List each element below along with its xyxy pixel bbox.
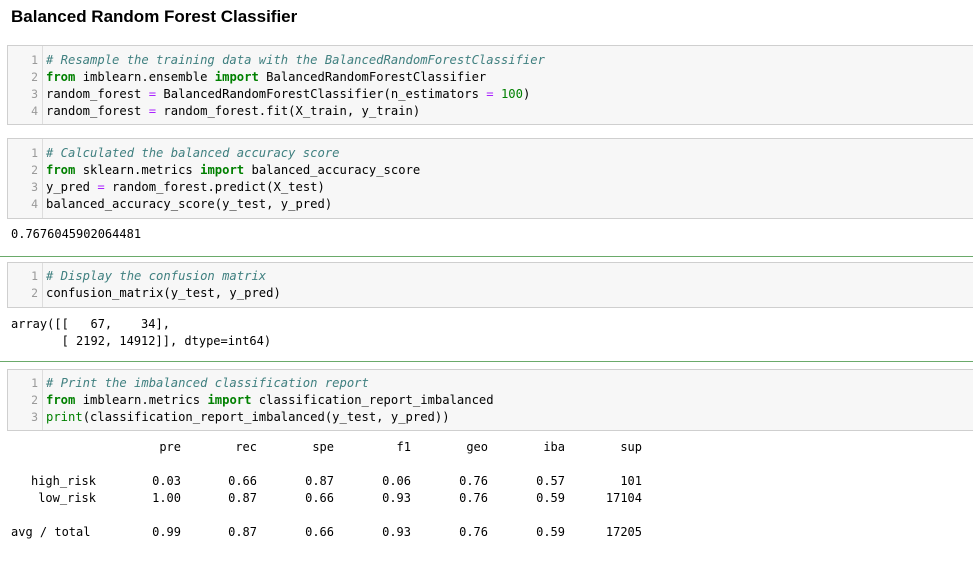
code-token: = [148,87,157,101]
code-token: = [148,104,157,118]
line-number: 2 [31,163,38,177]
code-line[interactable]: 3 print(classification_report_imbalanced(… [8,409,973,426]
code-token: y_pred [46,180,98,194]
code-lines: 1 # Calculated the balanced accuracy scor… [8,145,973,213]
code-token: confusion_matrix(y_test, y_pred) [46,286,281,300]
code-text: print(classification_report_imbalanced(y… [46,409,450,426]
code-line[interactable]: 2 from sklearn.metrics import balanced_ac… [8,162,973,179]
code-text: # Resample the training data with the Ba… [46,52,545,69]
code-line[interactable]: 1 # Print the imbalanced classification r… [8,375,973,392]
code-token: from [46,393,76,407]
code-text: y_pred = random_forest.predict(X_test) [46,179,325,196]
page-title: Balanced Random Forest Classifier [11,7,298,26]
code-token: imblearn.ensemble [75,70,215,84]
report-header: sup [620,440,642,454]
code-token: # Resample the training data with the Ba… [46,53,545,67]
code-token: ) [522,87,531,101]
code-line[interactable]: 1 # Display the confusion matrix [8,268,973,285]
output-separator [0,256,973,257]
line-number: 1 [31,376,38,390]
code-token: # Print the imbalanced classification re… [46,376,369,390]
code-token: import [200,163,245,177]
line-number: 2 [31,286,38,300]
code-text: random_forest = BalancedRandomForestClas… [46,86,530,103]
line-number: 2 [31,393,38,407]
code-token: BalancedRandomForestClassifier [258,70,487,84]
line-number: 3 [31,87,38,101]
report-cell: 17205 [605,525,642,539]
code-text: # Display the confusion matrix [46,268,266,285]
code-line[interactable]: 2 from imblearn.ensemble import BalancedR… [8,69,973,86]
code-line[interactable]: 2 from imblearn.metrics import classifica… [8,392,973,409]
code-token: (classification_report_imbalanced(y_test… [82,410,450,424]
report-cell: 17104 [605,491,642,505]
report-cell: 101 [620,474,642,488]
code-token: # Display the confusion matrix [46,269,267,283]
code-text: from imblearn.metrics import classificat… [46,392,494,409]
matrix-output-line2: [ 2192, 14912]], dtype=int64) [11,334,272,348]
code-line[interactable]: 1 # Calculated the balanced accuracy scor… [8,145,973,162]
line-number: 1 [31,146,38,160]
code-line[interactable]: 1 # Resample the training data with the B… [8,52,973,69]
code-lines: 1 # Display the confusion matrix 2 confusio… [8,268,973,302]
line-number: 1 [31,269,38,283]
line-number: 3 [31,410,38,424]
code-token: from [46,70,76,84]
code-lines: 1 # Resample the training data with the B… [8,52,973,120]
code-line[interactable]: 4 balanced_accuracy_score(y_test, y_pred) [8,196,973,213]
code-token: random_forest [46,87,149,101]
code-text: random_forest = random_forest.fit(X_trai… [46,103,420,120]
code-token: print [46,410,83,424]
code-token: 100 [500,87,523,101]
code-token: imblearn.metrics [75,393,208,407]
code-cell-resample[interactable]: 1 # Resample the training data with the B… [7,45,973,125]
code-text: from imblearn.ensemble import BalancedRa… [46,69,486,86]
code-token: balanced_accuracy_score [244,163,421,177]
code-line[interactable]: 3 random_forest = BalancedRandomForestCla… [8,86,973,103]
code-text: from sklearn.metrics import balanced_acc… [46,162,420,179]
code-token: random_forest [46,104,149,118]
code-token: = [486,87,494,101]
code-lines: 1 # Print the imbalanced classification r… [8,375,973,426]
code-token: from [46,163,76,177]
line-number: 4 [31,104,38,118]
output-separator [0,361,973,362]
line-number: 2 [31,70,38,84]
code-token: import [214,70,259,84]
code-line[interactable]: 4 random_forest = random_forest.fit(X_tra… [8,103,973,120]
code-text: # Print the imbalanced classification re… [46,375,369,392]
line-number: 3 [31,180,38,194]
code-text: # Calculated the balanced accuracy score [46,145,340,162]
accuracy-output: 0.7676045902064481 [11,227,142,241]
line-number: 1 [31,53,38,67]
matrix-output-line1: array([[ 67, 34], [11,317,170,331]
code-token: balanced_accuracy_score(y_test, y_pred) [46,197,333,211]
code-text: confusion_matrix(y_test, y_pred) [46,285,281,302]
code-token: # Calculated the balanced accuracy score [46,146,340,160]
code-cell-accuracy[interactable]: 1 # Calculated the balanced accuracy scor… [7,138,973,219]
line-number: 4 [31,197,38,211]
code-cell-report[interactable]: 1 # Print the imbalanced classification r… [7,369,973,431]
code-cell-confusion[interactable]: 1 # Display the confusion matrix 2 confusio… [7,262,973,308]
code-token: sklearn.metrics [75,163,201,177]
code-token: random_forest.predict(X_test) [104,180,325,194]
code-token: import [207,393,252,407]
code-token: random_forest.fit(X_train, y_train) [156,104,421,118]
code-token: classification_report_imbalanced [251,393,494,407]
code-token: = [97,180,105,194]
code-line[interactable]: 2 confusion_matrix(y_test, y_pred) [8,285,973,302]
code-text: balanced_accuracy_score(y_test, y_pred) [46,196,332,213]
code-token: BalancedRandomForestClassifier(n_estimat… [156,87,487,101]
code-line[interactable]: 3 y_pred = random_forest.predict(X_test) [8,179,973,196]
